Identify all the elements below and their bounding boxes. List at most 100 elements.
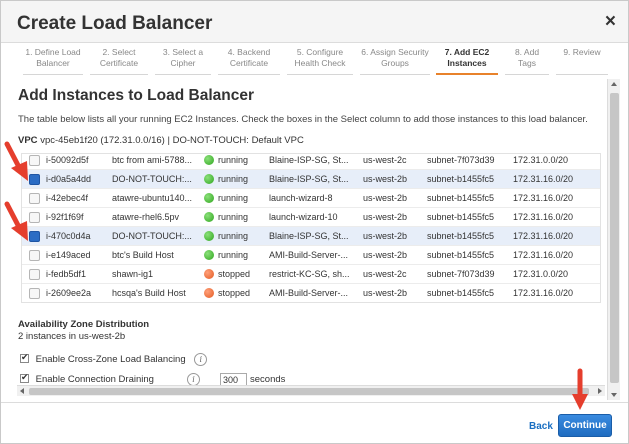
instance-state: running: [218, 155, 249, 165]
table-row[interactable]: i-92f1f69f atawre-rhel6.5pv running launch-…: [22, 208, 600, 227]
scroll-down-icon[interactable]: [611, 393, 617, 397]
step-define-load-balancer[interactable]: 1. Define Load Balancer: [23, 45, 83, 75]
instance-security-group: Blaine-ISP-SG, St...: [269, 231, 349, 241]
step-label: 2. Select Certificate: [99, 47, 139, 68]
vpc-line: VPC vpc-45eb1f20 (172.31.0.0/16) | DO-NO…: [18, 135, 304, 146]
instance-cidr: 172.31.16.0/20: [513, 288, 574, 298]
instance-security-group: AMI-Build-Server-...: [269, 288, 349, 298]
az-distribution-title: Availability Zone Distribution: [18, 319, 150, 330]
instance-name: DO-NOT-TOUCH:...: [112, 174, 192, 184]
instance-name: atawre-ubuntu140...: [112, 193, 193, 203]
dialog-title: Create Load Balancer: [17, 13, 213, 34]
instance-zone: us-west-2b: [363, 231, 408, 241]
instance-subnet: subnet-b1455fc5: [427, 250, 495, 260]
content-vertical-scrollbar[interactable]: [607, 79, 620, 400]
instance-cidr: 172.31.16.0/20: [513, 231, 574, 241]
vpc-label: VPC: [18, 135, 38, 146]
instance-cidr: 172.31.16.0/20: [513, 250, 574, 260]
step-select-certificate[interactable]: 2. Select Certificate: [90, 45, 148, 75]
green-status-icon: [204, 212, 214, 222]
instance-zone: us-west-2b: [363, 174, 408, 184]
instances-table: i-50092d5f btc from ami-5788... running Bla…: [21, 153, 601, 303]
instance-state: running: [218, 231, 249, 241]
step-label: 6. Assign Security Groups: [361, 47, 429, 68]
table-row[interactable]: i-fedb5df1 shawn-ig1 stopped restrict-KC-SG…: [22, 265, 600, 284]
step-add-tags[interactable]: 8. Add Tags: [505, 45, 549, 75]
orange-status-icon: [204, 288, 214, 298]
connection-draining-checkbox[interactable]: [20, 372, 29, 383]
back-link[interactable]: Back: [529, 421, 553, 432]
vpc-value: vpc-45eb1f20 (172.31.0.0/16) | DO-NOT-TO…: [40, 135, 304, 146]
cross-zone-checkbox[interactable]: [20, 352, 29, 364]
scroll-right-icon[interactable]: [598, 388, 602, 394]
scroll-thumb[interactable]: [29, 388, 589, 395]
select-checkbox[interactable]: [29, 193, 40, 204]
instance-cidr: 172.31.0.0/20: [513, 269, 569, 279]
table-row[interactable]: i-470c0d4a DO-NOT-TOUCH:... running Blaine-…: [22, 227, 600, 246]
instance-name: shawn-ig1: [112, 269, 154, 279]
select-checkbox[interactable]: [29, 288, 40, 299]
step-label: 1. Define Load Balancer: [25, 47, 81, 68]
instance-name: DO-NOT-TOUCH:...: [112, 231, 192, 241]
step-configure-health-check[interactable]: 5. Configure Health Check: [287, 45, 353, 75]
select-checkbox[interactable]: [29, 269, 40, 280]
instance-subnet: subnet-b1455fc5: [427, 174, 495, 184]
instance-id: i-2609ee2a: [46, 288, 92, 298]
instance-cidr: 172.31.16.0/20: [513, 212, 574, 222]
table-row[interactable]: i-d0a5a4dd DO-NOT-TOUCH:... running Blaine-…: [22, 170, 600, 189]
instance-zone: us-west-2c: [363, 269, 407, 279]
instance-security-group: AMI-Build-Server-...: [269, 250, 349, 260]
instance-zone: us-west-2b: [363, 288, 408, 298]
close-icon[interactable]: ×: [605, 12, 616, 32]
instance-name: btc's Build Host: [112, 250, 174, 260]
scroll-left-icon[interactable]: [20, 388, 24, 394]
instance-state: running: [218, 193, 249, 203]
instance-id: i-d0a5a4dd: [46, 174, 92, 184]
step-add-ec2-instances[interactable]: 7. Add EC2 Instances: [436, 45, 498, 75]
cross-zone-option: Enable Cross-Zone Load Balancing i: [20, 352, 208, 366]
step-label: 5. Configure Health Check: [294, 47, 346, 68]
instance-state: running: [218, 250, 249, 260]
select-checkbox[interactable]: [29, 212, 40, 223]
instance-security-group: Blaine-ISP-SG, St...: [269, 155, 349, 165]
connection-draining-option: Enable Connection Draining: [20, 372, 154, 385]
table-row[interactable]: i-2609ee2a hcsqa's Build Host stopped AMI-B…: [22, 284, 600, 302]
step-label: 4. Backend Certificate: [227, 47, 271, 68]
info-icon[interactable]: i: [194, 353, 208, 366]
table-row[interactable]: i-42ebec4f atawre-ubuntu140... running laun…: [22, 189, 600, 208]
instance-state: stopped: [218, 269, 251, 279]
scroll-up-icon[interactable]: [611, 82, 617, 86]
step-backend-certificate[interactable]: 4. Backend Certificate: [218, 45, 280, 75]
step-assign-security-groups[interactable]: 6. Assign Security Groups: [360, 45, 430, 75]
content-area: Add Instances to Load Balancer The table…: [2, 77, 627, 400]
step-label: 7. Add EC2 Instances: [444, 47, 490, 68]
table-row[interactable]: i-50092d5f btc from ami-5788... running Bla…: [22, 154, 600, 170]
step-review[interactable]: 9. Review: [556, 45, 608, 75]
instance-zone: us-west-2b: [363, 212, 408, 222]
instance-subnet: subnet-b1455fc5: [427, 212, 495, 222]
instance-cidr: 172.31.16.0/20: [513, 174, 574, 184]
select-checkbox[interactable]: [29, 174, 40, 185]
instance-id: i-fedb5df1: [46, 269, 87, 279]
step-select-cipher[interactable]: 3. Select a Cipher: [155, 45, 211, 75]
step-label: 9. Review: [563, 47, 601, 57]
instance-security-group: launch-wizard-10: [269, 212, 338, 222]
scroll-thumb[interactable]: [610, 93, 619, 383]
green-status-icon: [204, 193, 214, 203]
continue-button[interactable]: Continue: [558, 414, 612, 437]
instance-zone: us-west-2c: [363, 155, 407, 165]
instance-state: running: [218, 174, 249, 184]
instance-zone: us-west-2b: [363, 250, 408, 260]
select-checkbox[interactable]: [29, 231, 40, 242]
table-row[interactable]: i-e149aced btc's Build Host running AMI-Bui…: [22, 246, 600, 265]
select-checkbox[interactable]: [29, 155, 40, 166]
select-checkbox[interactable]: [29, 250, 40, 261]
instance-zone: us-west-2b: [363, 193, 408, 203]
instance-subnet: subnet-b1455fc5: [427, 231, 495, 241]
section-heading: Add Instances to Load Balancer: [18, 87, 254, 104]
instance-security-group: launch-wizard-8: [269, 193, 333, 203]
instance-id: i-92f1f69f: [46, 212, 84, 222]
az-distribution-value: 2 instances in us-west-2b: [18, 331, 126, 342]
step-label: 3. Select a Cipher: [162, 47, 204, 68]
horizontal-scrollbar[interactable]: [17, 385, 605, 396]
